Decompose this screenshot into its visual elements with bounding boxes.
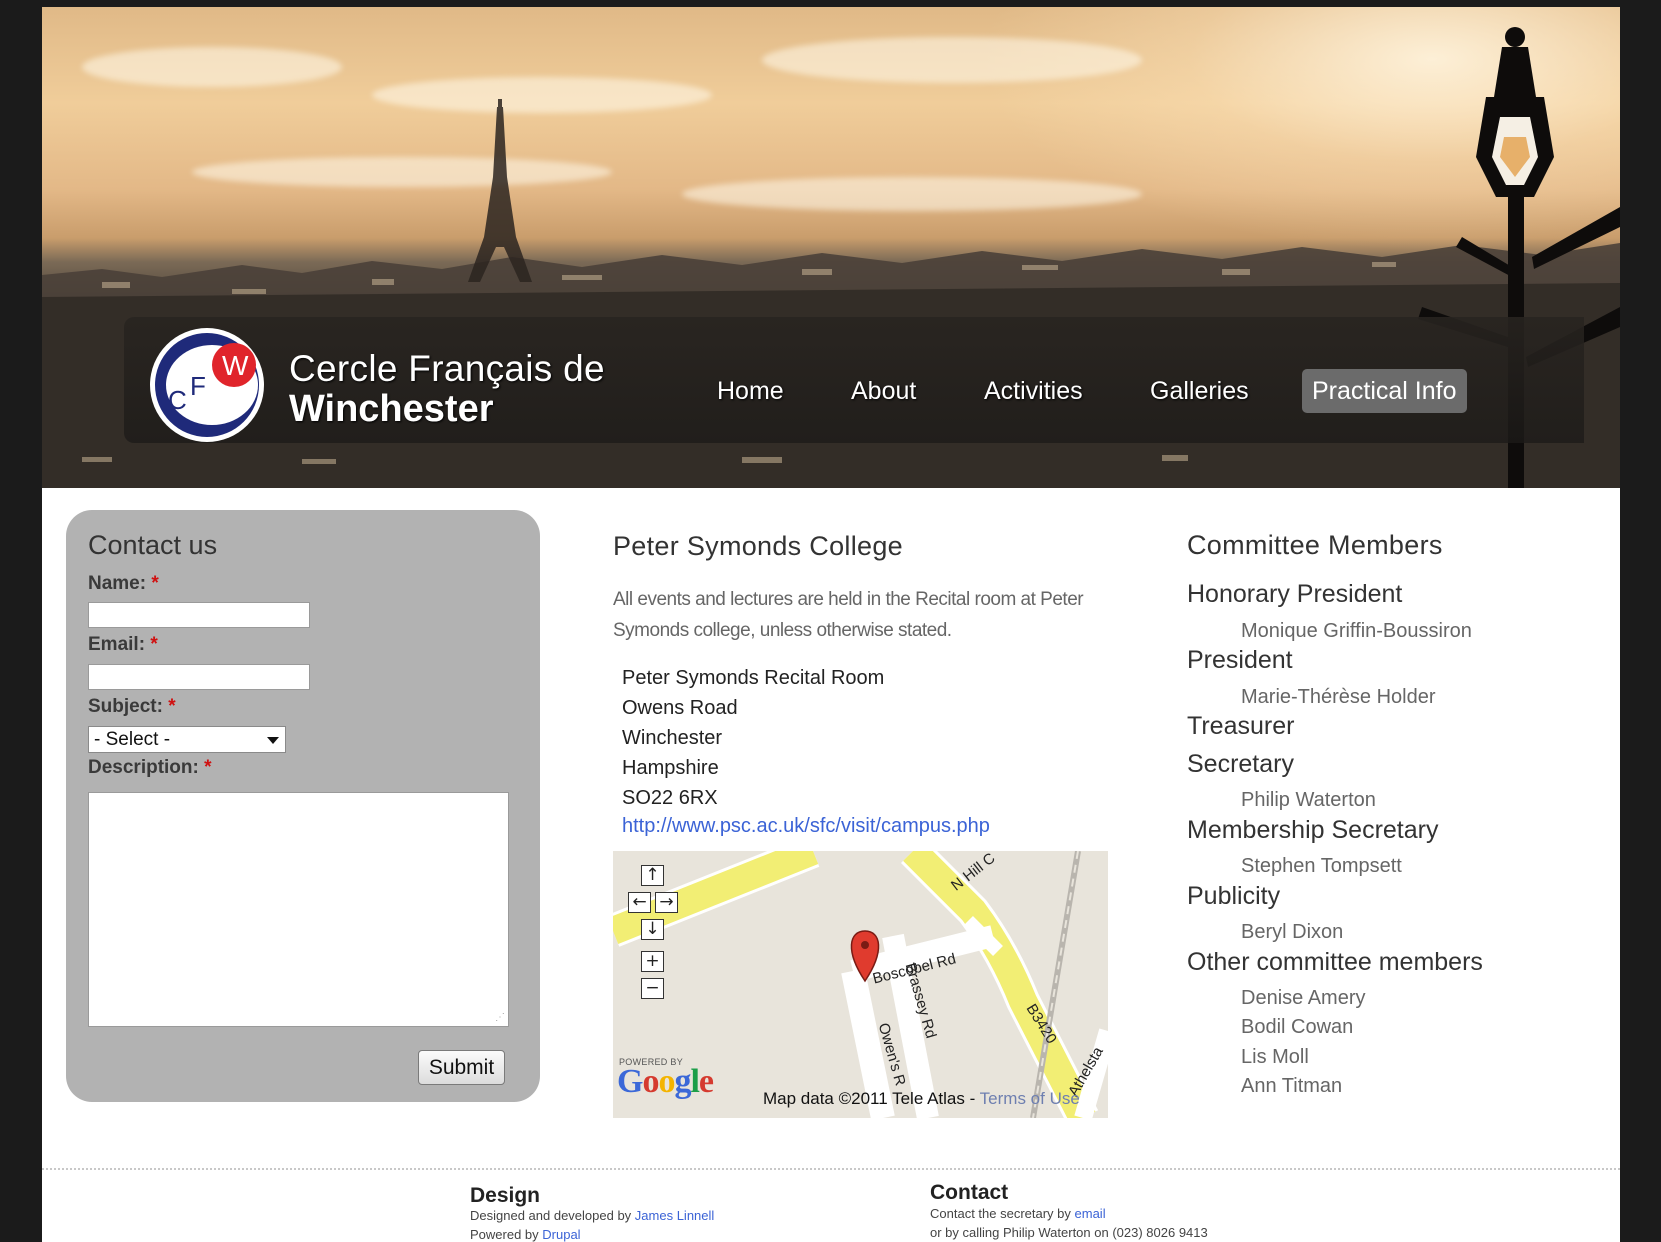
email-field[interactable] <box>88 664 310 690</box>
submit-button[interactable]: Submit <box>418 1050 505 1085</box>
footer-contact-text: Contact the secretary by email <box>930 1206 1106 1221</box>
google-logo-letter: o <box>658 1063 675 1100</box>
role-publicity: Publicity <box>1187 882 1281 910</box>
google-logo[interactable]: Google <box>617 1063 714 1101</box>
designer-link[interactable]: James Linnell <box>635 1208 715 1223</box>
role-other-members: Other committee members <box>1187 948 1483 976</box>
member-name: Ann Titman <box>1241 1075 1343 1097</box>
zoom-in-icon[interactable]: + <box>641 951 664 972</box>
google-map[interactable]: N Hill C Boscobel Rd Brassey Rd Owen's R… <box>613 851 1108 1118</box>
required-marker: * <box>150 634 158 655</box>
name-field[interactable] <box>88 602 310 628</box>
page: W C F Cercle Français de Winchester Home… <box>42 7 1620 1242</box>
header-banner: W C F Cercle Français de Winchester Home… <box>42 7 1620 488</box>
required-marker: * <box>204 757 212 778</box>
role-treasurer: Treasurer <box>1187 712 1295 740</box>
required-marker: * <box>168 696 176 717</box>
committee-title: Committee Members <box>1187 530 1443 560</box>
google-logo-letter: G <box>617 1063 643 1100</box>
role-secretary: Secretary <box>1187 750 1294 778</box>
footer-divider <box>42 1168 1620 1170</box>
address-line: Hampshire <box>622 757 719 779</box>
google-logo-letter: o <box>642 1063 659 1100</box>
member-name: Monique Griffin-Boussiron <box>1241 620 1472 642</box>
address-line: Owens Road <box>622 697 738 719</box>
member-name: Lis Moll <box>1241 1046 1309 1068</box>
menu-item-home[interactable]: Home <box>707 369 794 413</box>
menu-item-practical-info[interactable]: Practical Info <box>1302 369 1467 413</box>
member-name: Stephen Tompsett <box>1241 855 1402 877</box>
pan-left-icon[interactable]: ← <box>628 892 651 913</box>
zoom-out-icon[interactable]: − <box>641 978 664 999</box>
map-attribution: Map data ©2011 Tele Atlas - Terms of Use <box>763 1089 1080 1108</box>
role-honorary-president: Honorary President <box>1187 580 1403 608</box>
pan-down-icon[interactable]: ↓ <box>641 919 664 940</box>
email-link[interactable]: email <box>1075 1206 1106 1221</box>
terms-of-use-link[interactable]: Terms of Use <box>980 1089 1080 1108</box>
venue-description: All events and lectures are held in the … <box>613 589 1084 641</box>
address-line: SO22 6RX <box>622 787 718 809</box>
description-label: Description: * <box>88 757 212 778</box>
campus-link[interactable]: http://www.psc.ac.uk/sfc/visit/campus.ph… <box>622 815 990 838</box>
menu-item-activities[interactable]: Activities <box>974 369 1093 413</box>
pan-right-icon[interactable]: → <box>655 892 678 913</box>
member-name: Beryl Dixon <box>1241 921 1344 943</box>
member-name: Marie-Thérèse Holder <box>1241 686 1436 708</box>
dropdown-caret-icon <box>267 737 279 744</box>
contact-form-title: Contact us <box>88 530 218 560</box>
required-marker: * <box>151 573 159 594</box>
footer-powered-by: Powered by Drupal <box>470 1227 581 1242</box>
footer-contact-heading: Contact <box>930 1181 1009 1204</box>
subject-selected-value: - Select - <box>94 729 171 750</box>
description-textarea[interactable]: ⋰ <box>88 792 509 1027</box>
pan-up-icon[interactable]: ↑ <box>641 865 664 886</box>
subject-select[interactable]: - Select - <box>88 726 286 753</box>
google-logo-letter: g <box>674 1063 691 1100</box>
menu-item-about[interactable]: About <box>841 369 926 413</box>
footer-phone-text: or by calling Philip Waterton on (023) 8… <box>930 1225 1208 1240</box>
address-line: Winchester <box>622 727 723 749</box>
google-logo-letter: l <box>690 1063 700 1100</box>
main-menu: Home About Activities Galleries Practica… <box>42 369 1620 415</box>
address-line: Peter Symonds Recital Room <box>622 667 885 689</box>
subject-label: Subject: * <box>88 696 176 717</box>
resize-grip-icon[interactable]: ⋰ <box>495 1013 505 1023</box>
footer-design-heading: Design <box>470 1184 541 1207</box>
member-name: Denise Amery <box>1241 987 1366 1009</box>
footer-design-credit: Designed and developed by James Linnell <box>470 1208 715 1223</box>
google-logo-letter: e <box>698 1063 714 1100</box>
member-name: Bodil Cowan <box>1241 1016 1354 1038</box>
venue-title: Peter Symonds College <box>613 531 903 561</box>
role-president: President <box>1187 646 1293 674</box>
contact-form-panel: Contact us Name: * Email: * Subject: * -… <box>66 510 540 1102</box>
member-name: Philip Waterton <box>1241 789 1376 811</box>
drupal-link[interactable]: Drupal <box>542 1227 580 1242</box>
menu-item-galleries[interactable]: Galleries <box>1140 369 1259 413</box>
name-label: Name: * <box>88 573 159 594</box>
email-label: Email: * <box>88 634 158 655</box>
role-membership-secretary: Membership Secretary <box>1187 816 1439 844</box>
